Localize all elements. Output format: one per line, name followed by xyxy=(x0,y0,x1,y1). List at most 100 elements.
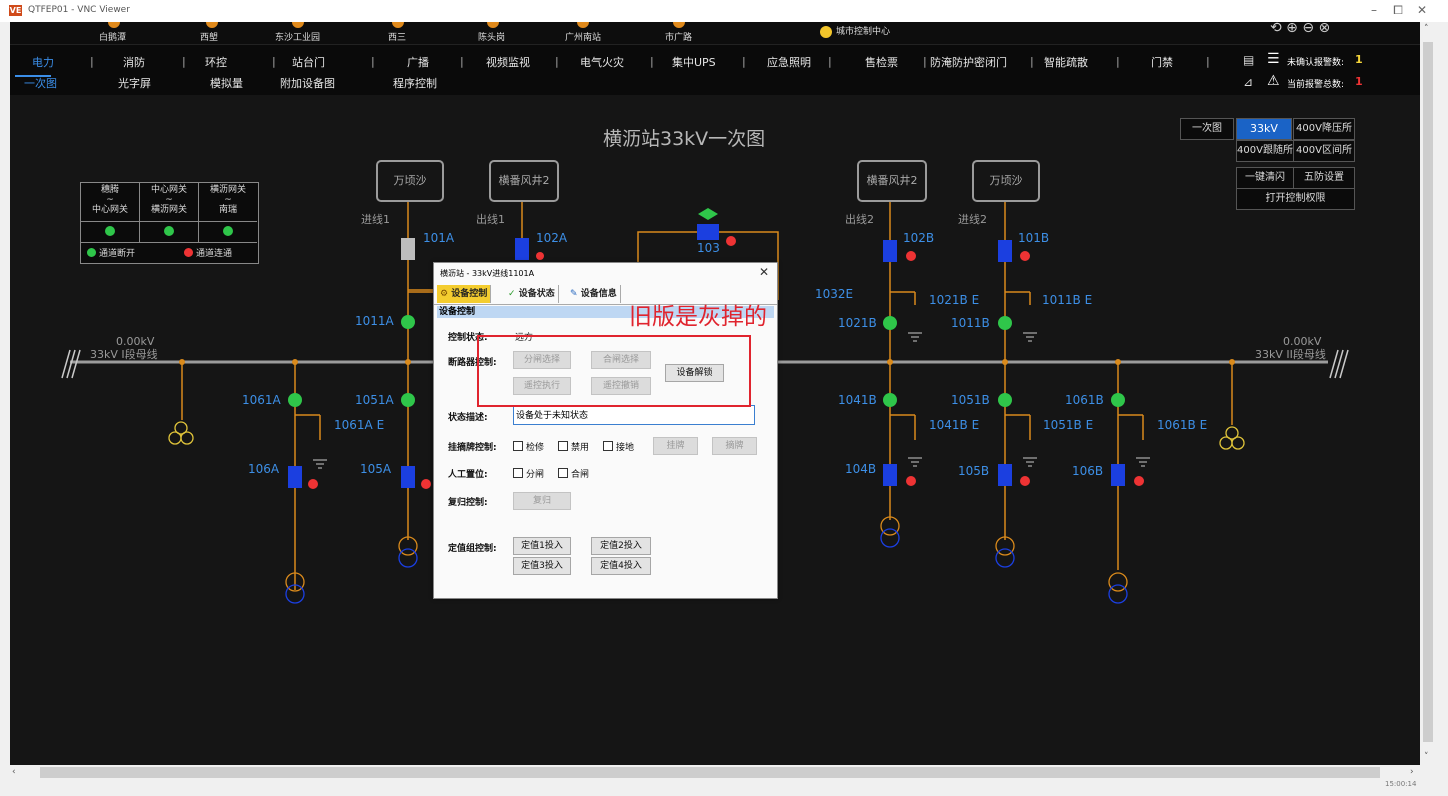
nav-item-psd[interactable]: 站台门 xyxy=(292,54,325,70)
station-label[interactable]: 西塱 xyxy=(200,30,218,43)
single-line-button[interactable]: 一次图 xyxy=(1180,118,1234,140)
untag-button[interactable]: 摘牌 xyxy=(712,437,757,455)
restore-button[interactable]: ⧠ xyxy=(1388,3,1408,18)
scroll-up-icon[interactable]: ˄ xyxy=(1424,24,1429,34)
checkbox-open[interactable]: 分闸 xyxy=(513,467,544,480)
station-label[interactable]: 城市控制中心 xyxy=(836,24,890,37)
vertical-scrollbar[interactable]: ˄ ˅ xyxy=(1420,22,1436,765)
subnav-item-analog[interactable]: 模拟量 xyxy=(210,75,243,91)
source-box-wanqingsha[interactable]: 万顷沙 xyxy=(376,160,444,202)
nav-item-emergency-light[interactable]: 应急照明 xyxy=(767,54,811,70)
tab-device-info[interactable]: ✎ 设备信息 xyxy=(567,285,621,303)
dialog-close-button[interactable]: ✕ xyxy=(759,265,769,279)
400v-step-down-button[interactable]: 400V降压所 xyxy=(1293,118,1355,140)
clear-flash-button[interactable]: 一键清闪 xyxy=(1236,167,1294,189)
device-label[interactable]: 102B xyxy=(903,231,934,245)
device-label[interactable]: 1032E xyxy=(815,287,853,301)
nav-item-elec-fire[interactable]: 电气火灾 xyxy=(580,54,624,70)
nav-item-access[interactable]: 门禁 xyxy=(1151,54,1173,70)
33kv-button[interactable]: 33kV xyxy=(1236,118,1292,140)
station-label[interactable]: 白鹅潭 xyxy=(99,30,126,43)
device-label[interactable]: 1021B xyxy=(838,316,877,330)
nav-item-ups[interactable]: 集中UPS xyxy=(672,54,716,70)
device-label[interactable]: 1061A xyxy=(242,393,281,407)
nav-item-evacuation[interactable]: 智能疏散 xyxy=(1044,54,1088,70)
nav-item-broadcast[interactable]: 广播 xyxy=(407,54,429,70)
source-box-hengfan-2[interactable]: 横番风井2 xyxy=(857,160,927,202)
nav-item-power[interactable]: 电力 xyxy=(32,54,54,70)
list-icon[interactable]: ☰ xyxy=(1267,51,1280,67)
scroll-left-icon[interactable]: ‹ xyxy=(12,767,16,777)
device-label[interactable]: 106B xyxy=(1072,464,1103,478)
subnav-item-program[interactable]: 程序控制 xyxy=(393,75,437,91)
device-label[interactable]: 1061A E xyxy=(334,418,384,432)
device-label[interactable]: 1011A xyxy=(355,314,394,328)
device-label[interactable]: 102A xyxy=(536,231,567,245)
dialog-title: 横沥站 - 33kV进线1101A xyxy=(440,269,535,278)
chart-icon[interactable]: ⊿ xyxy=(1243,75,1253,89)
scroll-down-icon[interactable]: ˅ xyxy=(1424,752,1429,762)
scroll-thumb[interactable] xyxy=(1423,42,1433,742)
device-label[interactable]: 1041B E xyxy=(929,418,979,432)
device-label[interactable]: 104B xyxy=(845,462,876,476)
nav-item-flood-door[interactable]: 防淹防护密闭门 xyxy=(930,54,1007,70)
device-label[interactable]: 103 xyxy=(697,241,720,255)
manual-set-label: 人工置位: xyxy=(448,470,488,480)
device-label[interactable]: 1021B E xyxy=(929,293,979,307)
five-prevention-button[interactable]: 五防设置 xyxy=(1293,167,1355,189)
device-label[interactable]: 105B xyxy=(958,464,989,478)
tag-button[interactable]: 挂牌 xyxy=(653,437,698,455)
toolbar-icons[interactable]: ⟲ ⊕ ⊖ ⊗ xyxy=(1270,22,1330,36)
subnav-item-signal[interactable]: 光字屏 xyxy=(118,75,151,91)
scroll-right-icon[interactable]: › xyxy=(1410,767,1414,777)
annotation-highlight-box xyxy=(477,335,751,407)
tab-device-status[interactable]: ✓ 设备状态 xyxy=(505,285,559,303)
nav-item-env[interactable]: 环控 xyxy=(205,54,227,70)
nav-item-video[interactable]: 视频监视 xyxy=(486,54,530,70)
checkbox-maintenance[interactable]: 检修 xyxy=(513,440,544,453)
source-box-wanqingsha-2[interactable]: 万顷沙 xyxy=(972,160,1040,202)
tab-device-control[interactable]: ⚙ 设备控制 xyxy=(437,285,492,303)
open-control-button[interactable]: 打开控制权限 xyxy=(1236,188,1355,210)
setting-4-button[interactable]: 定值4投入 xyxy=(591,557,651,575)
source-box-hengfan[interactable]: 横番风井2 xyxy=(489,160,559,202)
device-label[interactable]: 1041B xyxy=(838,393,877,407)
station-label[interactable]: 广州南站 xyxy=(565,30,601,43)
device-label[interactable]: 1051B xyxy=(951,393,990,407)
station-label[interactable]: 西三 xyxy=(388,30,406,43)
device-label[interactable]: 1011B E xyxy=(1042,293,1092,307)
device-label[interactable]: 101A xyxy=(423,231,454,245)
setting-3-button[interactable]: 定值3投入 xyxy=(513,557,571,575)
nav-item-fire[interactable]: 消防 xyxy=(123,54,145,70)
legend-header: 中心网关 ~ 横沥网关 xyxy=(140,183,199,222)
device-label[interactable]: 1061B xyxy=(1065,393,1104,407)
close-button[interactable]: ✕ xyxy=(1412,3,1432,17)
station-dot-icon xyxy=(292,22,304,28)
device-label[interactable]: 101B xyxy=(1018,231,1049,245)
station-label[interactable]: 陈头岗 xyxy=(478,30,505,43)
400v-section-button[interactable]: 400V区间所 xyxy=(1293,140,1355,162)
report-icon[interactable]: ▤ xyxy=(1243,53,1256,67)
400v-follower-button[interactable]: 400V跟随所 xyxy=(1236,140,1294,162)
setting-2-button[interactable]: 定值2投入 xyxy=(591,537,651,555)
setting-1-button[interactable]: 定值1投入 xyxy=(513,537,571,555)
station-label[interactable]: 市广路 xyxy=(665,30,692,43)
subnav-item-single-line[interactable]: 一次图 xyxy=(24,75,57,91)
station-label[interactable]: 东沙工业园 xyxy=(275,30,320,43)
horizontal-scrollbar[interactable]: ‹ › xyxy=(0,765,1420,781)
device-label[interactable]: 1061B E xyxy=(1157,418,1207,432)
subnav-item-extra[interactable]: 附加设备图 xyxy=(280,75,335,91)
device-label[interactable]: 1051B E xyxy=(1043,418,1093,432)
checkbox-disable[interactable]: 禁用 xyxy=(558,440,589,453)
scroll-thumb[interactable] xyxy=(40,767,1380,778)
nav-item-afc[interactable]: 售检票 xyxy=(865,54,898,70)
device-label[interactable]: 1011B xyxy=(951,316,990,330)
reset-button[interactable]: 复归 xyxy=(513,492,571,510)
device-label[interactable]: 106A xyxy=(248,462,279,476)
device-label[interactable]: 105A xyxy=(360,462,391,476)
state-description-field[interactable]: 设备处于未知状态 xyxy=(513,405,755,425)
checkbox-ground[interactable]: 接地 xyxy=(603,440,634,453)
minimize-button[interactable]: – xyxy=(1364,3,1384,17)
checkbox-close[interactable]: 合闸 xyxy=(558,467,589,480)
device-label[interactable]: 1051A xyxy=(355,393,394,407)
